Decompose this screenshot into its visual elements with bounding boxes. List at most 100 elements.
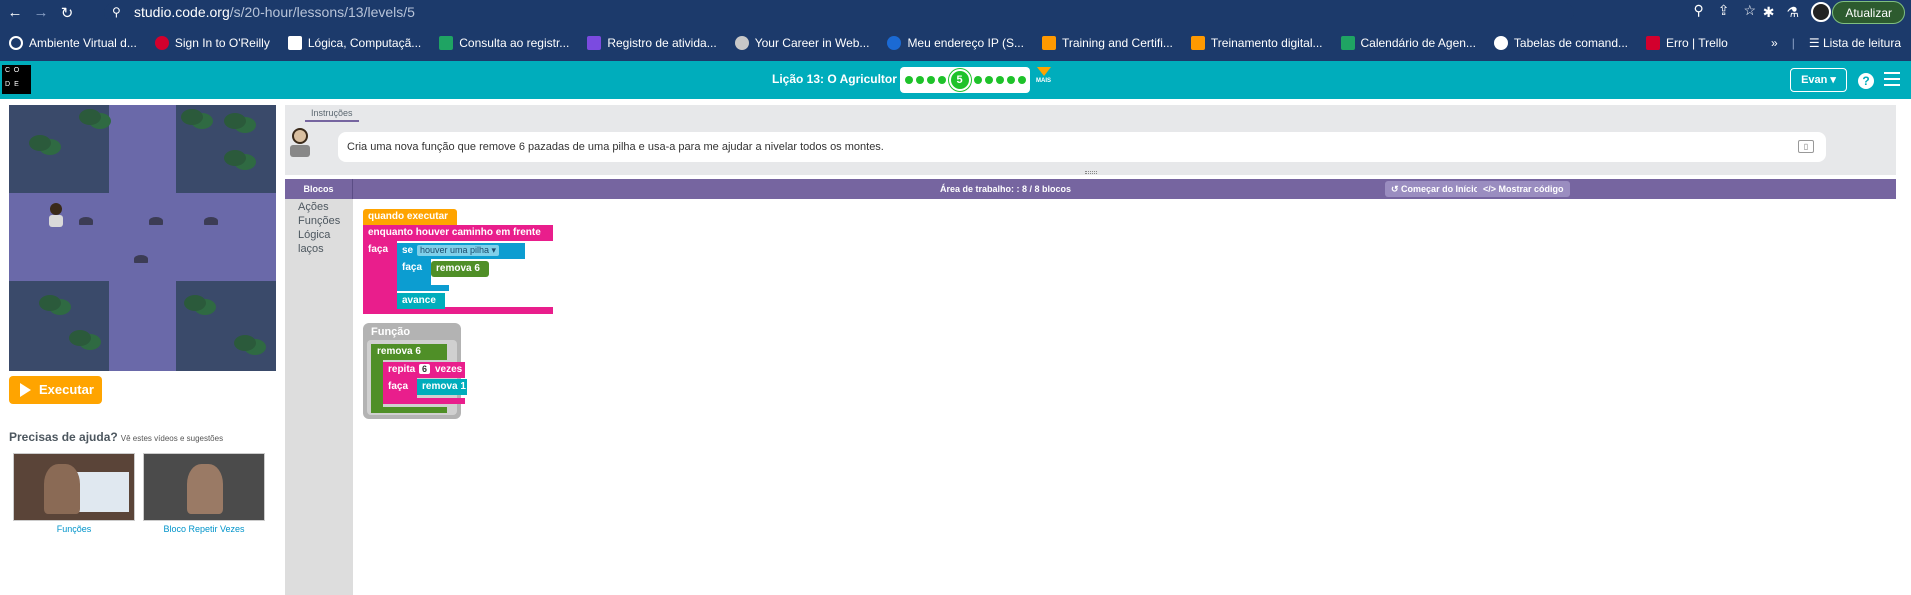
if-block-end: [397, 285, 449, 291]
toolbox: Ações Funções Lógica laços: [285, 199, 353, 595]
bookmark-item[interactable]: Your Career in Web...: [726, 36, 879, 50]
code-logo[interactable]: C O D E: [2, 65, 31, 94]
collapse-icon[interactable]: ▯: [1798, 140, 1814, 153]
video-thumbnail[interactable]: [143, 453, 265, 521]
url-path: /s/20-hour/lessons/13/levels/5: [229, 4, 415, 20]
show-code-button[interactable]: </> Mostrar código: [1477, 181, 1570, 197]
reload-icon[interactable]: ↻: [56, 4, 78, 22]
blockly-workspace[interactable]: quando executar enquanto houver caminho …: [353, 199, 1896, 595]
if-block[interactable]: se houver uma pilha ▾: [397, 243, 525, 259]
user-menu-button[interactable]: Evan ▾: [1790, 68, 1847, 92]
repeat-block-end: [383, 398, 465, 404]
bookmark-favicon: [1340, 36, 1355, 50]
pile-condition-dropdown[interactable]: houver uma pilha ▾: [417, 245, 500, 256]
resize-handle[interactable]: [1085, 171, 1097, 174]
bookmark-item[interactable]: Sign In to O'Reilly: [146, 36, 279, 50]
bookmark-favicon: [154, 36, 169, 50]
level-dot[interactable]: [926, 76, 935, 84]
repeat-block[interactable]: repita 6 vezes: [383, 362, 465, 378]
function-body-end: [371, 407, 447, 413]
level-dot[interactable]: [984, 76, 993, 84]
help-icon[interactable]: ?: [1858, 73, 1874, 89]
repeat-count-field[interactable]: 6: [419, 364, 431, 374]
run-button[interactable]: Executar: [9, 376, 102, 404]
level-dot[interactable]: [904, 76, 913, 84]
extensions-icon[interactable]: ✱: [1763, 4, 1775, 21]
instructions-panel: Instruções Cria uma nova função que remo…: [285, 105, 1896, 175]
bookmarks-bar: Ambiente Virtual d... Sign In to O'Reill…: [0, 25, 1911, 61]
when-run-block[interactable]: quando executar: [363, 209, 457, 225]
bookmark-favicon: [1646, 36, 1660, 50]
remove1-block[interactable]: remova 1: [417, 379, 467, 395]
level-dot[interactable]: [1017, 76, 1026, 84]
bookmark-item[interactable]: Consulta ao registr...: [430, 36, 578, 50]
separator: |: [1791, 36, 1795, 50]
move-forward-block[interactable]: avance: [397, 293, 445, 309]
tree-icon: [184, 295, 206, 311]
bookmark-item[interactable]: Lógica, Computaçã...: [279, 36, 430, 50]
video-link[interactable]: Funções: [13, 524, 135, 534]
bookmark-item[interactable]: Calendário de Agen...: [1332, 36, 1485, 50]
while-block-body: faça: [363, 241, 397, 307]
reading-list-button[interactable]: ☰ Lista de leitura: [1809, 36, 1901, 50]
bookmark-item[interactable]: Erro | Trello: [1637, 36, 1737, 50]
instructions-text: Cria uma nova função que remove 6 pazada…: [347, 141, 884, 153]
address-bar[interactable]: ⚲ studio.code.org/s/20-hour/lessons/13/l…: [104, 3, 1574, 22]
code-header: C O D E Lição 13: O Agricultor 2 5 MAIS …: [0, 61, 1911, 99]
url-host: studio.code.org: [134, 4, 230, 20]
workspace-title: Área de trabalho: : 8 / 8 blocos: [940, 184, 1072, 194]
video-link[interactable]: Bloco Repetir Vezes: [143, 524, 265, 534]
more-levels[interactable]: MAIS: [1036, 67, 1051, 84]
bookmark-favicon: [439, 36, 454, 50]
chevron-down-icon: [1036, 67, 1051, 76]
video-thumbnail[interactable]: [13, 453, 135, 521]
zoom-icon[interactable]: ⚲: [1693, 2, 1703, 19]
remove6-call-block[interactable]: remova 6: [431, 261, 489, 277]
toolbox-category-loops[interactable]: laços: [298, 243, 324, 255]
toolbox-category-logic[interactable]: Lógica: [298, 229, 330, 241]
level-dot[interactable]: [973, 76, 982, 84]
dirt-pile-icon: [149, 217, 163, 225]
star-icon[interactable]: ☆: [1743, 2, 1756, 19]
bookmark-item[interactable]: Tabelas de comand...: [1485, 36, 1637, 50]
site-info-icon[interactable]: ⚲: [112, 3, 121, 22]
hamburger-menu-icon[interactable]: [1884, 72, 1900, 86]
toolbox-category-functions[interactable]: Funções: [298, 215, 340, 227]
back-icon[interactable]: ←: [4, 4, 26, 21]
bookmark-favicon: [9, 36, 23, 50]
level-dot[interactable]: [915, 76, 924, 84]
more-bookmarks-icon[interactable]: »: [1771, 36, 1778, 50]
toolbox-category-actions[interactable]: Ações: [298, 201, 329, 213]
function-body-bar: [371, 360, 383, 413]
level-dot[interactable]: [1006, 76, 1015, 84]
dirt-pile-icon: [79, 217, 93, 225]
level-dot[interactable]: [937, 76, 946, 84]
tab-instructions[interactable]: Instruções: [305, 106, 359, 122]
reset-button[interactable]: ↺ Começar do Início: [1385, 181, 1486, 197]
bookmark-item[interactable]: Meu endereço IP (S...: [878, 36, 1033, 50]
tree-icon: [79, 109, 101, 125]
repeat-block-body: faça: [383, 378, 417, 398]
forward-icon[interactable]: →: [30, 4, 52, 21]
bookmark-favicon: [734, 36, 749, 50]
share-icon[interactable]: ⇪: [1718, 2, 1730, 19]
profile-avatar[interactable]: [1811, 2, 1831, 22]
browser-toolbar: ← → ↻ ⚲ studio.code.org/s/20-hour/lesson…: [0, 0, 1911, 25]
bookmark-item[interactable]: Ambiente Virtual d...: [0, 36, 146, 50]
current-level[interactable]: 5: [948, 69, 971, 91]
bookmark-item[interactable]: Training and Certifi...: [1033, 36, 1182, 50]
labs-icon[interactable]: ⚗: [1786, 4, 1799, 21]
reading-list-icon: ☰: [1808, 36, 1823, 50]
function-header-block[interactable]: remova 6: [371, 344, 447, 360]
maze-canvas: [9, 105, 276, 371]
bookmark-item[interactable]: Registro de ativida...: [578, 36, 725, 50]
lesson-title[interactable]: Lição 13: O Agricultor 2: [772, 72, 907, 86]
help-heading: Precisas de ajuda? Vê estes vídeos e sug…: [9, 430, 224, 444]
update-button[interactable]: Atualizar: [1832, 1, 1905, 24]
bookmark-item[interactable]: Treinamento digital...: [1182, 36, 1332, 50]
tree-icon: [224, 150, 246, 166]
bookmark-favicon: [1493, 36, 1508, 50]
while-block[interactable]: enquanto houver caminho em frente: [363, 225, 553, 241]
level-dot[interactable]: [995, 76, 1004, 84]
bookmark-favicon: [1190, 36, 1205, 50]
